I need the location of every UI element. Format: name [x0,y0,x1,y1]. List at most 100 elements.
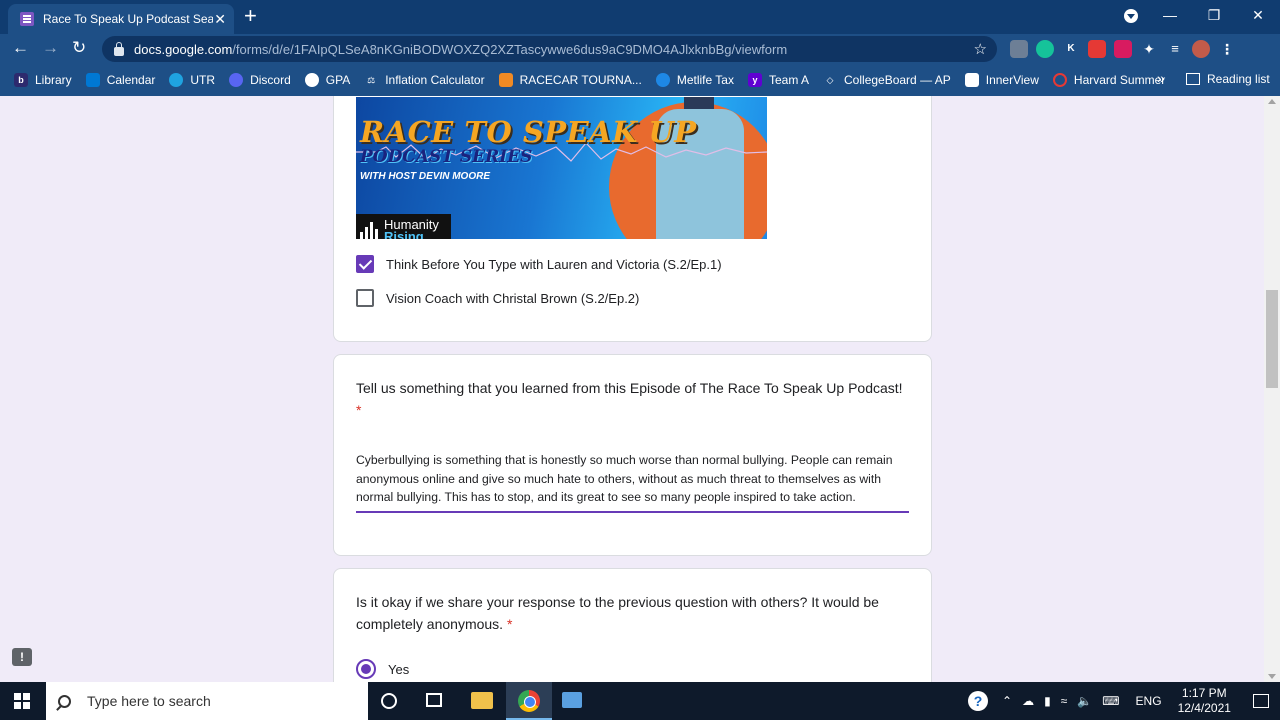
notifications-icon[interactable] [1252,694,1269,708]
bookmark-item[interactable]: Harvard Summer [1052,73,1166,87]
keyboard-icon[interactable]: ⌨ [1102,694,1119,708]
banner-subtitle: PODCAST SERIES [360,147,533,167]
logo-text: Humanity Rising [384,218,439,239]
banner-host-text: WITH HOST DEVIN MOORE [360,171,490,182]
restore-button[interactable]: ❐ [1192,7,1236,24]
humanity-rising-logo: Humanity Rising [356,214,451,239]
bookmark-label: Discord [250,73,291,87]
checkbox-option-ep2[interactable]: Vision Coach with Christal Brown (S.2/Ep… [356,289,639,307]
clock-date: 12/4/2021 [1177,701,1231,715]
bookmark-item[interactable]: Metlife Tax [655,73,734,87]
calendar-icon [85,73,100,87]
input-language[interactable]: ENG [1136,694,1162,708]
wifi-icon[interactable]: ≈ [1061,694,1068,708]
bookmarks-bar: b Library Calendar UTR Discord GPA ⚖ Infla… [0,64,1280,96]
task-view-icon[interactable] [426,693,442,707]
scale-icon: ⚖ [367,75,376,85]
volume-icon[interactable]: 🔈 [1077,694,1092,708]
extension-icons: K ✦ ≡ ⋮ [1010,40,1236,58]
cortana-icon[interactable] [381,693,397,709]
taskbar-search[interactable]: Type here to search [46,682,368,720]
menu-dots-icon[interactable]: ⋮ [1218,40,1236,58]
lock-icon [114,41,124,56]
bookmark-item[interactable]: Discord [229,73,291,87]
required-asterisk: * [506,616,513,632]
forms-icon [20,12,34,26]
bookmark-item[interactable]: ⚖ Inflation Calculator [364,73,484,87]
long-answer-textarea[interactable]: Cyberbullying is something that is hones… [356,451,909,514]
harvard-icon [1052,73,1067,87]
library-icon: b [14,73,28,87]
bookmarks-overflow-icon[interactable]: » [1157,70,1165,86]
option-label: Think Before You Type with Lauren and Vi… [386,256,722,272]
bookmark-label: CollegeBoard — AP [844,73,951,87]
bookmark-star-icon[interactable]: ☆ [974,40,987,58]
avatar[interactable] [1192,40,1210,58]
innerview-icon [964,73,979,87]
close-window-button[interactable]: ✕ [1236,7,1280,24]
taskbar-chrome[interactable] [506,682,552,720]
bookmark-item[interactable]: RACECAR TOURNA... [498,73,642,87]
question-card-learned: Tell us something that you learned from … [333,354,932,556]
checkbox-checked[interactable] [356,255,374,273]
clock[interactable]: 1:17 PM 12/4/2021 [1178,686,1231,716]
scroll-up-icon[interactable] [1268,99,1276,104]
chrome-icon [518,690,540,712]
bookmark-label: Metlife Tax [676,73,734,87]
windows-start-icon[interactable] [14,693,30,709]
address-bar[interactable]: docs.google.com/forms/d/e/1FAIpQLSeA8nKG… [102,36,997,62]
tab-active[interactable]: Race To Speak Up Podcast Season ✕ [8,4,234,34]
bookmark-item[interactable]: UTR [169,73,215,87]
video-extension-icon[interactable] [1088,40,1106,58]
logo-line2: Rising [384,229,424,239]
windows-taskbar: Type here to search ? ⌃ ☁ ▮ ≈ 🔈 ⌨ ENG 1:… [0,682,1280,720]
puzzle-icon[interactable]: ✦ [1140,40,1158,58]
checkbox-unchecked[interactable] [356,289,374,307]
required-asterisk: * [356,402,362,418]
scroll-thumb[interactable] [1266,290,1278,388]
bookmark-item[interactable]: b Library [14,73,72,87]
checkbox-option-ep1[interactable]: Think Before You Type with Lauren and Vi… [356,255,722,273]
reading-list-button[interactable]: Reading list [1186,72,1270,86]
search-icon [58,694,71,708]
extension-icon[interactable] [1114,40,1132,58]
forward-arrow-icon[interactable]: → [42,38,59,58]
collegeboard-icon: ◇ [826,75,834,85]
bookmark-item[interactable]: InnerView [964,73,1039,87]
tab-search-icon[interactable] [1124,9,1138,23]
radio-option-yes[interactable]: Yes [356,659,409,679]
reading-list-icon [1186,73,1200,85]
tab-close-icon[interactable]: ✕ [214,11,226,28]
metlife-icon [655,73,670,87]
bookmark-item[interactable]: y Team A [747,73,809,87]
minimize-button[interactable]: — [1148,7,1192,23]
battery-icon[interactable]: ▮ [1044,694,1051,708]
bookmark-item[interactable]: Calendar [85,73,156,87]
new-tab-button[interactable]: + [244,5,257,27]
extension-icon[interactable] [1010,40,1028,58]
onedrive-icon[interactable]: ☁ [1022,694,1034,708]
globe-icon [304,73,319,87]
kami-icon[interactable]: K [1062,40,1080,58]
window-controls: — ❐ ✕ [1148,0,1280,30]
back-arrow-icon[interactable]: ← [12,38,29,58]
radio-selected[interactable] [356,659,376,679]
bookmark-item[interactable]: ◇ CollegeBoard — AP [823,73,951,87]
utr-icon [169,73,184,87]
report-feedback-icon[interactable]: ! [12,648,32,666]
racecar-icon [498,73,513,87]
scroll-down-icon[interactable] [1268,674,1276,679]
page-viewport: RACE TO SPEAK UP PODCAST SERIES WITH HOS… [0,96,1264,682]
file-explorer-icon[interactable] [471,692,493,709]
page-scrollbar[interactable] [1264,96,1280,682]
remote-desktop-icon[interactable] [562,692,582,708]
chevron-up-icon[interactable]: ⌃ [1002,694,1012,708]
bookmark-label: Calendar [106,73,156,87]
bookmark-item[interactable]: GPA [304,73,350,87]
yahoo-icon: y [747,73,762,87]
help-icon[interactable]: ? [968,691,988,711]
reload-icon[interactable]: ↻ [72,38,86,58]
media-control-icon[interactable]: ≡ [1166,40,1184,58]
grammarly-icon[interactable] [1036,40,1054,58]
bookmark-label: Harvard Summer [1073,73,1166,87]
